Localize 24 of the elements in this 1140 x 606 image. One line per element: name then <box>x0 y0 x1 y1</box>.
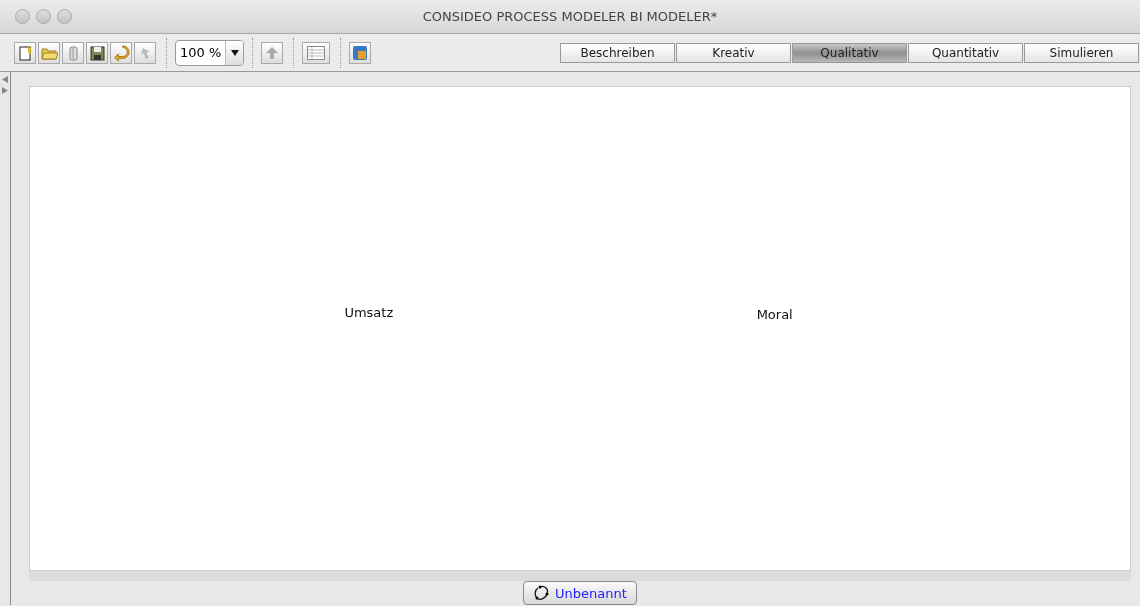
window-control-button[interactable] <box>15 9 30 24</box>
new-file-icon <box>16 43 34 62</box>
window-control-button[interactable] <box>36 9 51 24</box>
undo-icon <box>112 43 130 62</box>
dropdown-button[interactable] <box>225 40 244 65</box>
mode-tab[interactable]: Simulieren <box>1024 42 1139 63</box>
export-icon <box>353 45 368 60</box>
toolbar-button[interactable] <box>86 41 108 64</box>
model-tab[interactable]: Unbenannt <box>523 581 637 605</box>
up-arrow-icon <box>265 45 280 60</box>
mode-tab[interactable]: Beschreiben <box>560 42 675 63</box>
collapse-left-icon[interactable] <box>2 76 8 83</box>
expand-right-icon[interactable] <box>2 87 8 94</box>
table-icon <box>307 45 326 60</box>
window-title: CONSIDEO PROCESS MODELER BI MODELER* <box>422 9 718 24</box>
caret-icon <box>230 49 239 56</box>
zoom-dropdown[interactable]: 100 % <box>175 39 245 66</box>
node-label[interactable]: Umsatz <box>344 304 394 320</box>
window-control-button[interactable] <box>57 9 72 24</box>
node-label[interactable]: Moral <box>756 306 793 322</box>
mode-tab[interactable]: Qualitativ <box>792 42 907 63</box>
mode-tab[interactable]: Quantitativ <box>908 42 1023 63</box>
mode-tab[interactable]: Kreativ <box>676 42 791 63</box>
save-icon <box>88 43 106 62</box>
